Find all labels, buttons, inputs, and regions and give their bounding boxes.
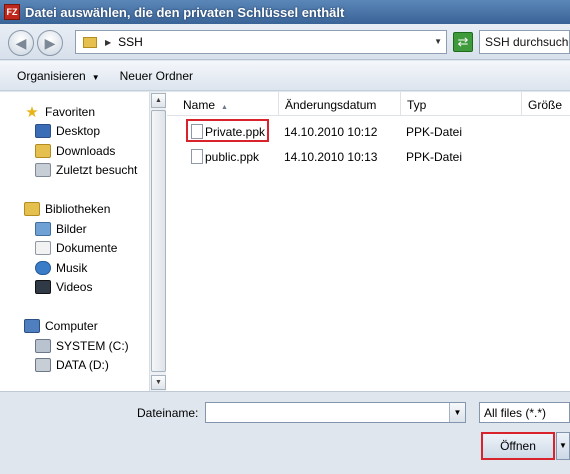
column-header-type[interactable]: Typ bbox=[401, 92, 522, 116]
sidebar-item-favorites[interactable]: ★ Favoriten bbox=[24, 103, 95, 121]
column-label: Name bbox=[183, 98, 216, 112]
column-header-size[interactable]: Größe bbox=[522, 92, 570, 116]
downloads-icon bbox=[35, 144, 51, 158]
dialog-footer: Dateiname: ▼ All files (*.*) Öffnen ▼ bbox=[0, 391, 570, 474]
computer-icon bbox=[24, 319, 40, 333]
organize-menu-button[interactable]: Organisieren ▼ bbox=[17, 69, 100, 83]
sidebar-group-label: Computer bbox=[45, 319, 98, 333]
highlight-box bbox=[186, 119, 269, 142]
refresh-icon: ⇄ bbox=[457, 34, 469, 49]
command-toolbar: Organisieren ▼ Neuer Ordner bbox=[0, 61, 570, 91]
sidebar-item-label: Musik bbox=[56, 261, 88, 275]
sidebar-item-data-drive[interactable]: DATA (D:) bbox=[35, 356, 109, 374]
sidebar-item-recent[interactable]: Zuletzt besucht bbox=[35, 161, 137, 179]
scroll-up-icon[interactable]: ▲ bbox=[151, 93, 166, 108]
file-date: 14.10.2010 10:13 bbox=[284, 150, 378, 164]
address-dropdown-icon[interactable]: ▼ bbox=[434, 37, 442, 46]
file-icon bbox=[191, 149, 203, 164]
filezilla-app-icon: FZ bbox=[4, 4, 20, 20]
window-title: Datei auswählen, die den privaten Schlüs… bbox=[25, 4, 345, 20]
chevron-down-icon: ▼ bbox=[559, 441, 567, 450]
forward-button[interactable]: ▶ bbox=[37, 30, 63, 56]
star-icon: ★ bbox=[25, 104, 39, 121]
refresh-button[interactable]: ⇄ bbox=[453, 32, 473, 52]
libraries-icon bbox=[24, 202, 40, 216]
drive-c-icon bbox=[35, 339, 51, 353]
breadcrumb-separator-icon: ▶ bbox=[105, 37, 112, 47]
pictures-icon bbox=[35, 222, 51, 236]
sidebar-item-documents[interactable]: Dokumente bbox=[35, 239, 117, 257]
main-area: ★ Favoriten Desktop Downloads Zuletzt be… bbox=[0, 92, 570, 391]
column-header-row: Name ▲ Änderungsdatum Typ Größe bbox=[167, 92, 570, 116]
breadcrumb-ssh[interactable]: SSH bbox=[118, 35, 143, 49]
table-row[interactable]: public.ppk 14.10.2010 10:13 PPK-Datei bbox=[167, 147, 570, 167]
back-button[interactable]: ◀ bbox=[8, 30, 34, 56]
navigation-bar: ◀ ▶ ▶ SSH ▼ ⇄ SSH durchsuchen bbox=[0, 24, 570, 60]
desktop-icon bbox=[35, 124, 51, 138]
chevron-down-icon: ▼ bbox=[91, 72, 100, 82]
music-icon bbox=[35, 261, 51, 275]
open-button[interactable]: Öffnen bbox=[481, 432, 555, 460]
sidebar-item-downloads[interactable]: Downloads bbox=[35, 142, 115, 160]
file-type: PPK-Datei bbox=[406, 125, 463, 139]
sidebar-item-label: Videos bbox=[56, 280, 93, 294]
scroll-down-icon[interactable]: ▼ bbox=[151, 375, 166, 390]
address-bar[interactable]: ▶ SSH ▼ bbox=[75, 30, 447, 54]
recent-places-icon bbox=[35, 163, 51, 177]
sidebar-group-label: Bibliotheken bbox=[45, 202, 111, 216]
file-date: 14.10.2010 10:12 bbox=[284, 125, 378, 139]
sidebar-item-computer[interactable]: Computer bbox=[24, 317, 98, 335]
sidebar-group-label: Favoriten bbox=[45, 105, 96, 119]
sidebar-item-label: SYSTEM (C:) bbox=[56, 339, 129, 353]
sidebar-item-label: Desktop bbox=[56, 124, 101, 138]
new-folder-button[interactable]: Neuer Ordner bbox=[120, 69, 193, 83]
file-list: Name ▲ Änderungsdatum Typ Größe Private.p… bbox=[167, 92, 570, 391]
sidebar-item-desktop[interactable]: Desktop bbox=[35, 122, 100, 140]
file-name: public.ppk bbox=[205, 150, 260, 164]
sort-ascending-icon: ▲ bbox=[221, 104, 228, 111]
sidebar-item-videos[interactable]: Videos bbox=[35, 278, 92, 296]
column-header-name[interactable]: Name ▲ bbox=[177, 92, 279, 116]
sidebar-item-system-drive[interactable]: SYSTEM (C:) bbox=[35, 337, 129, 355]
sidebar-item-label: DATA (D:) bbox=[56, 358, 109, 372]
videos-icon bbox=[35, 280, 51, 294]
scrollbar-thumb[interactable] bbox=[151, 110, 166, 372]
organize-label: Organisieren bbox=[17, 68, 86, 83]
file-type: PPK-Datei bbox=[406, 150, 463, 164]
arrow-left-icon: ◀ bbox=[15, 35, 27, 51]
arrow-right-icon: ▶ bbox=[44, 35, 56, 51]
file-type-filter[interactable]: All files (*.*) bbox=[479, 402, 570, 423]
open-options-button[interactable]: ▼ bbox=[556, 432, 570, 460]
sidebar-item-pictures[interactable]: Bilder bbox=[35, 220, 87, 238]
sidebar-item-music[interactable]: Musik bbox=[35, 259, 87, 277]
sidebar-item-libraries[interactable]: Bibliotheken bbox=[24, 200, 110, 218]
title-bar: FZ Datei auswählen, die den privaten Sch… bbox=[0, 0, 570, 24]
drive-d-icon bbox=[35, 358, 51, 372]
chevron-down-icon[interactable]: ▼ bbox=[449, 403, 465, 422]
documents-icon bbox=[35, 241, 51, 255]
sidebar-item-label: Downloads bbox=[56, 144, 116, 158]
sidebar-item-label: Dokumente bbox=[56, 241, 118, 255]
navigation-pane: ★ Favoriten Desktop Downloads Zuletzt be… bbox=[0, 92, 166, 391]
sidebar-item-label: Bilder bbox=[56, 222, 87, 236]
column-header-date[interactable]: Änderungsdatum bbox=[279, 92, 401, 116]
filename-input[interactable]: ▼ bbox=[205, 402, 466, 423]
search-input[interactable]: SSH durchsuchen bbox=[479, 30, 570, 54]
folder-icon bbox=[83, 36, 97, 48]
navigation-scrollbar[interactable]: ▲ ▼ bbox=[149, 92, 166, 391]
sidebar-item-label: Zuletzt besucht bbox=[56, 163, 138, 177]
filename-label: Dateiname: bbox=[137, 406, 199, 420]
